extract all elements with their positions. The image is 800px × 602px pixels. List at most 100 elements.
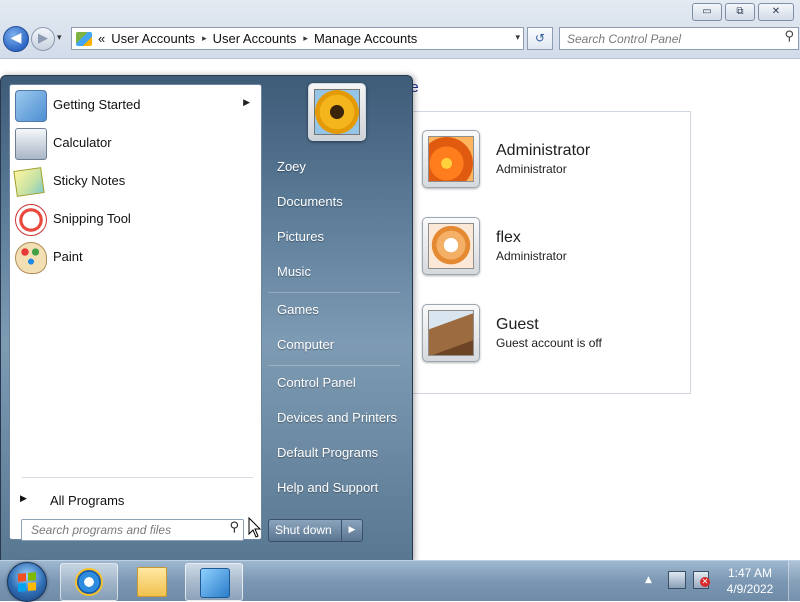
submenu-arrow-icon[interactable]: ▶ <box>243 98 250 108</box>
start-item-label: Computer <box>277 337 335 352</box>
taskbar-internet-explorer[interactable] <box>60 563 118 601</box>
start-item-user[interactable]: Zoey <box>268 153 408 181</box>
start-item-pictures[interactable]: Pictures <box>268 223 408 251</box>
account-tile-administrator[interactable]: Administrator Administrator <box>422 130 687 190</box>
account-type: Administrator <box>496 162 567 176</box>
robot-picture-icon <box>428 223 474 269</box>
account-name: flex <box>496 229 521 246</box>
start-item-default-programs[interactable]: Default Programs <box>268 439 408 467</box>
program-label: Snipping Tool <box>53 211 131 226</box>
program-label: Sticky Notes <box>53 173 126 188</box>
divider <box>268 365 400 366</box>
start-item-music[interactable]: Music <box>268 258 408 286</box>
shut-down-button[interactable]: Shut down ▶ <box>268 519 363 542</box>
breadcrumb-separator-arrow[interactable]: ▸ <box>303 33 308 44</box>
show-hidden-icons-button[interactable]: ▲ <box>645 575 652 585</box>
start-item-computer[interactable]: Computer <box>268 331 408 359</box>
control-panel-icon <box>200 568 230 598</box>
paint-icon <box>15 242 47 274</box>
restore-button[interactable]: ⧉ <box>725 3 755 21</box>
back-button[interactable]: ◀ <box>3 26 29 52</box>
taskbar: ▲ ✕ 1:47 AM 4/9/2022 <box>0 560 800 602</box>
accounts-list: Administrator Administrator flex Adminis… <box>407 111 691 394</box>
program-calculator[interactable]: Calculator <box>12 125 259 161</box>
start-search-box[interactable]: ⚲ <box>21 519 244 541</box>
programs-pane: Getting Started ▶ Calculator Sticky Note… <box>9 84 262 540</box>
account-tile-flex[interactable]: flex Administrator <box>422 217 687 277</box>
start-button[interactable] <box>7 562 47 602</box>
minimize-button[interactable]: ▭ <box>692 3 722 21</box>
address-dropdown-icon[interactable]: ▾ <box>515 32 520 43</box>
taskbar-control-panel[interactable] <box>185 563 243 601</box>
start-item-label: Games <box>277 302 319 317</box>
getting-started-icon <box>15 90 47 122</box>
suitcase-picture-icon <box>428 310 474 356</box>
start-item-label: Documents <box>277 194 343 209</box>
mouse-pointer-icon <box>248 517 262 538</box>
internet-explorer-icon <box>75 568 103 596</box>
expand-arrow-icon: ▶ <box>20 494 27 504</box>
close-button[interactable]: ✕ <box>758 3 794 21</box>
breadcrumb-manage-accounts[interactable]: Manage Accounts <box>314 31 417 46</box>
refresh-button[interactable]: ↺ <box>527 27 553 50</box>
account-picture <box>422 217 480 275</box>
muted-badge-icon: ✕ <box>700 577 710 587</box>
show-desktop-button[interactable] <box>788 561 800 601</box>
forward-button[interactable]: ▶ <box>31 27 55 51</box>
divider <box>22 477 253 478</box>
start-item-games[interactable]: Games <box>268 296 408 324</box>
program-sticky-notes[interactable]: Sticky Notes <box>12 163 259 199</box>
program-paint[interactable]: Paint <box>12 239 259 275</box>
all-programs-label: All Programs <box>50 493 125 508</box>
recent-pages-dropdown[interactable]: ▾ <box>57 33 62 43</box>
shut-down-options-arrow-icon[interactable]: ▶ <box>342 520 362 541</box>
control-panel-search[interactable]: ⚲ <box>559 27 799 50</box>
start-item-label: Zoey <box>277 159 306 174</box>
control-panel-icon <box>76 31 92 46</box>
start-item-documents[interactable]: Documents <box>268 188 408 216</box>
window-toolbar: ▭ ⧉ ✕ ◀ ▶ ▾ « User Accounts ▸ User Accou… <box>0 0 800 59</box>
taskbar-windows-explorer[interactable] <box>123 563 179 599</box>
breadcrumb-separator-arrow[interactable]: ▸ <box>202 33 207 44</box>
account-name: Guest <box>496 316 539 333</box>
start-item-label: Music <box>277 264 311 279</box>
start-menu: Getting Started ▶ Calculator Sticky Note… <box>0 75 413 562</box>
clock-date: 4/9/2022 <box>726 582 774 596</box>
start-item-control-panel[interactable]: Control Panel <box>268 369 408 397</box>
clock-time: 1:47 AM <box>727 566 773 580</box>
breadcrumb-user-accounts-1[interactable]: User Accounts <box>111 31 195 46</box>
program-snipping-tool[interactable]: Snipping Tool <box>12 201 259 237</box>
program-label: Calculator <box>53 135 112 150</box>
start-item-devices-and-printers[interactable]: Devices and Printers <box>268 404 408 432</box>
account-type: Guest account is off <box>496 336 602 350</box>
divider <box>268 292 400 293</box>
start-item-label: Default Programs <box>277 445 379 460</box>
network-icon[interactable] <box>668 571 686 589</box>
start-search-input[interactable] <box>29 520 223 540</box>
program-label: Paint <box>53 249 83 264</box>
program-label: Getting Started <box>53 97 141 112</box>
sunflower-picture-icon <box>314 89 360 135</box>
start-item-label: Pictures <box>277 229 324 244</box>
calculator-icon <box>15 128 47 160</box>
breadcrumb-user-accounts-2[interactable]: User Accounts <box>213 31 297 46</box>
folder-icon <box>137 567 167 597</box>
breadcrumb-overflow[interactable]: « <box>98 31 105 46</box>
search-icon[interactable]: ⚲ <box>229 520 239 535</box>
account-tile-guest[interactable]: Guest Guest account is off <box>422 304 687 364</box>
account-picture <box>422 304 480 362</box>
flower-picture-icon <box>428 136 474 182</box>
shut-down-label[interactable]: Shut down <box>269 520 342 541</box>
program-getting-started[interactable]: Getting Started ▶ <box>12 87 259 123</box>
clock[interactable]: 1:47 AM 4/9/2022 <box>722 565 778 597</box>
start-item-help-and-support[interactable]: Help and Support <box>268 474 408 502</box>
search-icon[interactable]: ⚲ <box>784 29 794 44</box>
user-picture[interactable] <box>308 83 366 141</box>
address-bar[interactable]: « User Accounts ▸ User Accounts ▸ Manage… <box>71 27 524 50</box>
account-picture <box>422 130 480 188</box>
windows-logo-icon <box>18 572 36 592</box>
search-input[interactable] <box>565 28 769 49</box>
start-item-label: Help and Support <box>277 480 379 495</box>
all-programs-button[interactable]: ▶ All Programs <box>20 491 250 511</box>
volume-muted-icon[interactable]: ✕ <box>693 571 710 589</box>
